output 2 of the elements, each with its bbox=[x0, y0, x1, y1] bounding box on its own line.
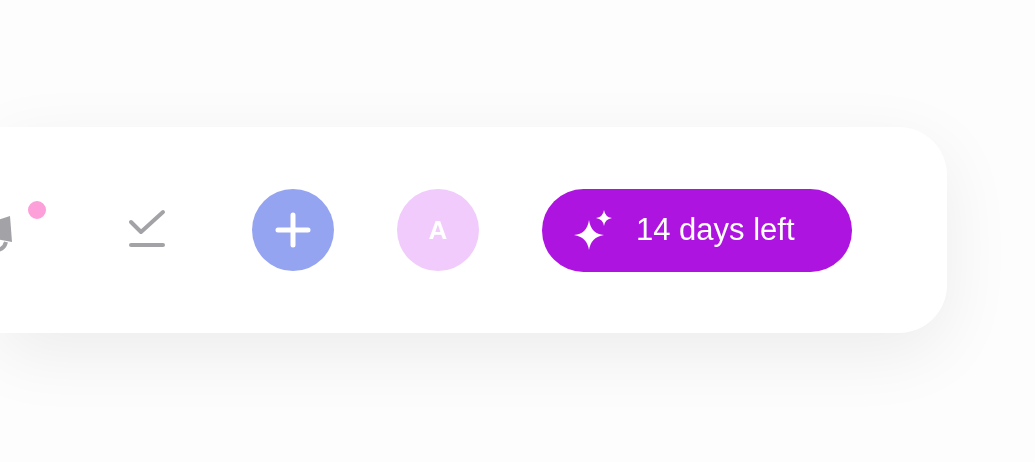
trial-button[interactable]: 14 days left bbox=[542, 188, 852, 272]
plus-icon bbox=[275, 212, 311, 248]
